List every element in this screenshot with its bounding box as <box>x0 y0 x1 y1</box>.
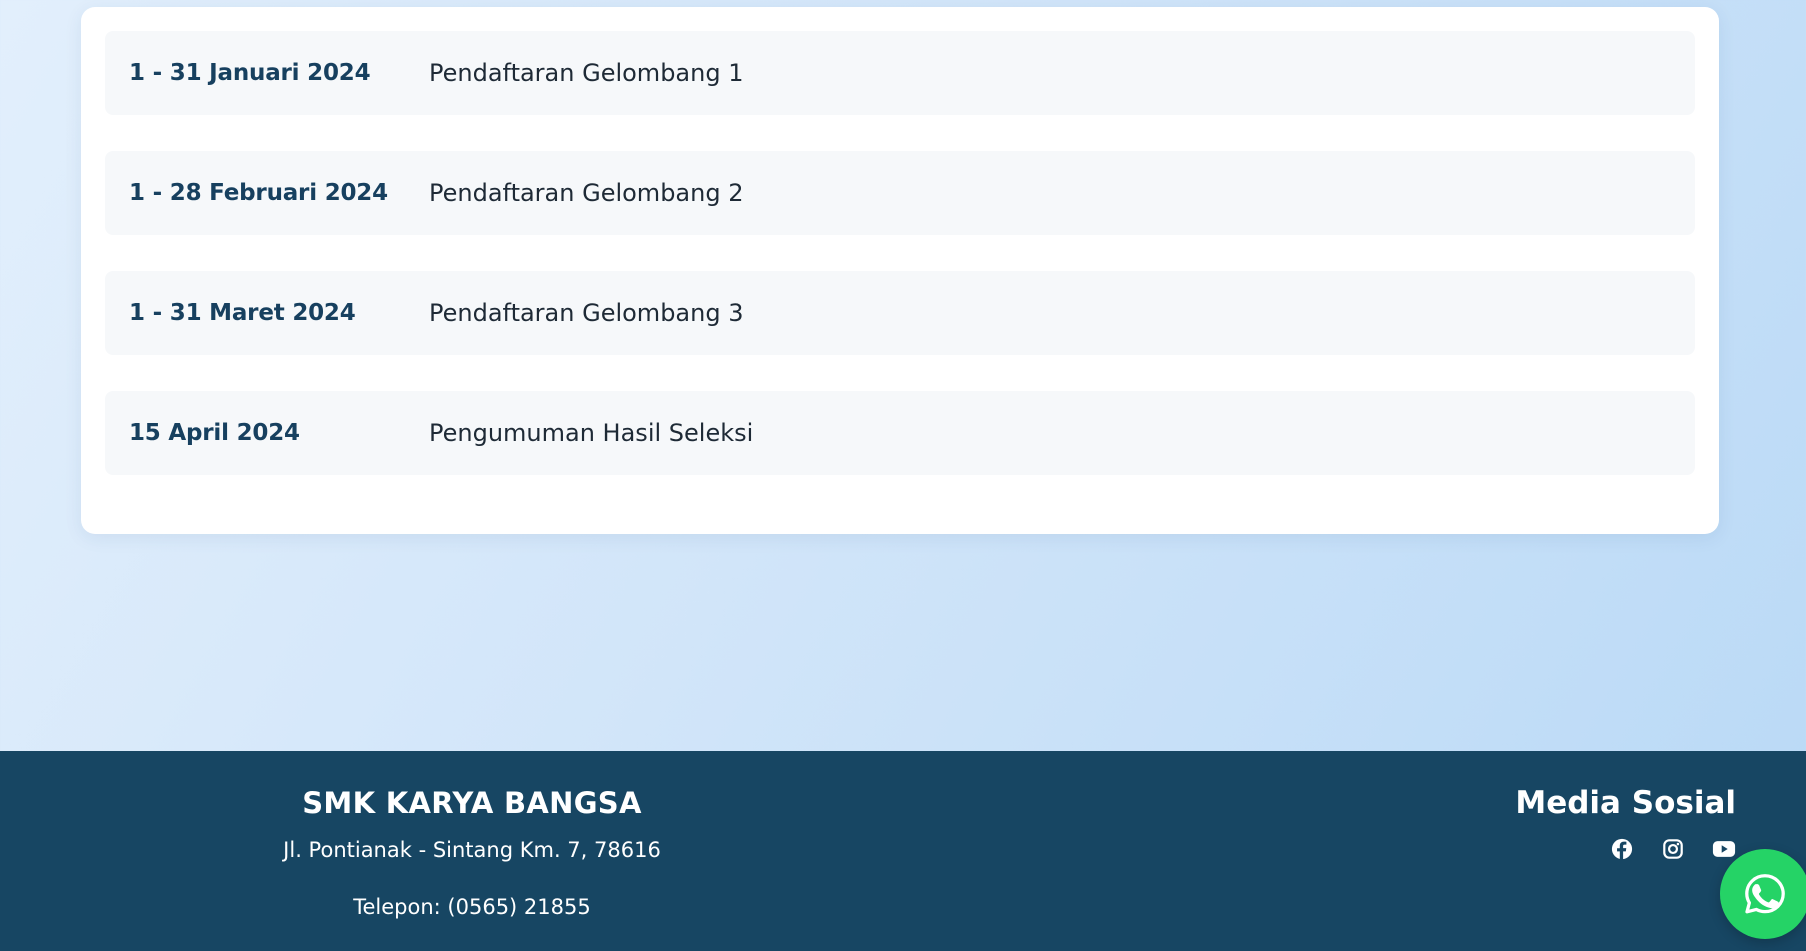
schedule-date: 1 - 28 Februari 2024 <box>129 180 388 206</box>
schedule-row: 1 - 31 Maret 2024 Pendaftaran Gelombang … <box>105 271 1695 355</box>
social-media-title: Media Sosial <box>1515 785 1736 821</box>
schedule-row: 15 April 2024 Pengumuman Hasil Seleksi <box>105 391 1695 475</box>
facebook-icon[interactable] <box>1610 837 1634 861</box>
youtube-icon[interactable] <box>1712 837 1736 861</box>
instagram-icon[interactable] <box>1661 837 1685 861</box>
schedule-event: Pendaftaran Gelombang 3 <box>429 299 744 327</box>
school-address: Jl. Pontianak - Sintang Km. 7, 78616 <box>283 838 661 862</box>
schedule-row: 1 - 28 Februari 2024 Pendaftaran Gelomba… <box>105 151 1695 235</box>
schedule-event: Pendaftaran Gelombang 2 <box>429 179 744 207</box>
social-icons <box>1610 837 1736 861</box>
schedule-row: 1 - 31 Januari 2024 Pendaftaran Gelomban… <box>105 31 1695 115</box>
school-name: SMK KARYA BANGSA <box>302 786 642 820</box>
site-footer: SMK KARYA BANGSA Jl. Pontianak - Sintang… <box>0 751 1806 951</box>
whatsapp-button[interactable] <box>1720 849 1806 939</box>
schedule-card: 1 - 31 Januari 2024 Pendaftaran Gelomban… <box>81 7 1719 534</box>
school-phone: Telepon: (0565) 21855 <box>353 895 591 919</box>
whatsapp-icon <box>1742 871 1788 917</box>
schedule-event: Pendaftaran Gelombang 1 <box>429 59 744 87</box>
schedule-date: 1 - 31 Maret 2024 <box>129 300 356 326</box>
schedule-event: Pengumuman Hasil Seleksi <box>429 419 754 447</box>
schedule-date: 15 April 2024 <box>129 420 300 446</box>
schedule-date: 1 - 31 Januari 2024 <box>129 60 371 86</box>
